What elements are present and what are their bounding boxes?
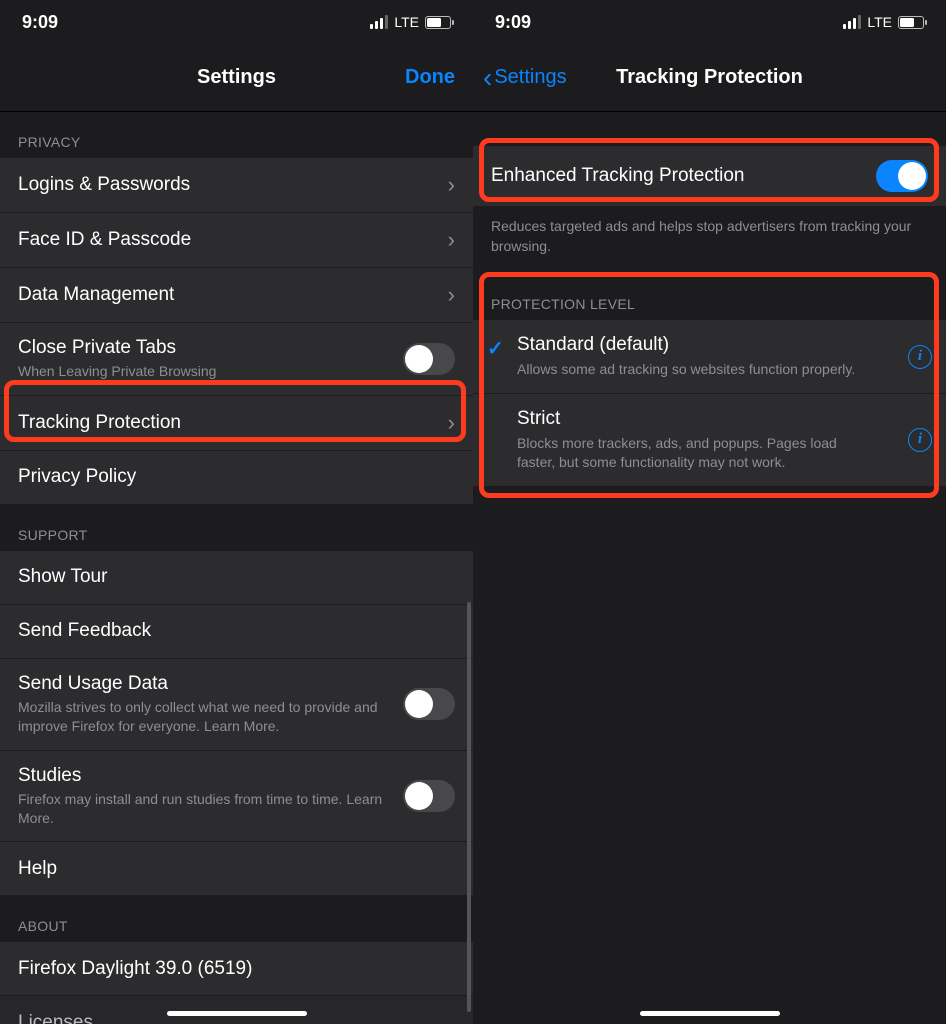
row-label: Logins & Passwords [18,174,440,196]
chevron-left-icon: ‹ [483,64,492,92]
strict-option[interactable]: Strict Blocks more trackers, ads, and po… [473,394,946,486]
signal-icon [370,15,388,29]
chevron-right-icon: › [448,410,455,436]
about-header: ABOUT [0,896,473,942]
settings-list[interactable]: PRIVACY Logins & Passwords › Face ID & P… [0,112,473,1024]
row-label: Studies [18,765,403,787]
version-row[interactable]: Firefox Daylight 39.0 (6519) [0,942,473,996]
etp-toggle[interactable] [876,160,928,192]
privacy-header: PRIVACY [0,112,473,158]
status-right: LTE [843,14,924,30]
status-bar: 9:09 LTE [0,0,473,44]
etp-description: Reduces targeted ads and helps stop adve… [473,207,946,256]
tracking-body: Enhanced Tracking Protection Reduces tar… [473,112,946,1024]
settings-title: Settings [197,66,276,89]
back-label: Settings [494,66,566,89]
row-label: Close Private Tabs [18,337,403,359]
faceid-passcode-row[interactable]: Face ID & Passcode › [0,213,473,268]
row-sub: When Leaving Private Browsing [18,362,403,381]
chevron-right-icon: › [448,282,455,308]
studies-row[interactable]: Studies Firefox may install and run stud… [0,751,473,843]
chevron-right-icon: › [448,227,455,253]
data-management-row[interactable]: Data Management › [0,268,473,323]
etp-row[interactable]: Enhanced Tracking Protection [473,146,946,207]
page-title: Tracking Protection [616,66,803,89]
back-button[interactable]: ‹ Settings [483,64,567,92]
option-label: Standard (default) [517,334,930,356]
signal-icon [843,15,861,29]
checkmark-icon: ✓ [487,336,504,361]
close-private-tabs-toggle[interactable] [403,343,455,375]
tracking-protection-screen: 9:09 LTE ‹ Settings Tracking Protection … [473,0,946,1024]
row-label: Help [18,858,455,880]
network-label: LTE [394,14,419,30]
send-usage-data-row[interactable]: Send Usage Data Mozilla strives to only … [0,659,473,751]
usage-data-toggle[interactable] [403,688,455,720]
battery-icon [898,16,924,29]
home-indicator[interactable] [640,1011,780,1016]
option-label: Strict [517,408,930,430]
privacy-policy-row[interactable]: Privacy Policy [0,451,473,505]
home-indicator[interactable] [167,1011,307,1016]
show-tour-row[interactable]: Show Tour [0,551,473,605]
studies-toggle[interactable] [403,780,455,812]
chevron-right-icon: › [448,172,455,198]
row-label: Send Usage Data [18,673,403,695]
done-button[interactable]: Done [405,66,455,89]
row-label: Send Feedback [18,620,455,642]
scrollbar[interactable] [467,602,471,1012]
settings-screen: 9:09 LTE Settings Done PRIVACY Logins & … [0,0,473,1024]
tracking-protection-row[interactable]: Tracking Protection › [0,396,473,451]
send-feedback-row[interactable]: Send Feedback [0,605,473,659]
row-sub: Firefox may install and run studies from… [18,790,403,828]
help-row[interactable]: Help [0,842,473,896]
close-private-tabs-row[interactable]: Close Private Tabs When Leaving Private … [0,323,473,396]
standard-option[interactable]: ✓ Standard (default) Allows some ad trac… [473,320,946,394]
settings-navbar: Settings Done [0,44,473,112]
protection-level-header: PROTECTION LEVEL [473,256,946,320]
status-time: 9:09 [495,12,531,33]
logins-passwords-row[interactable]: Logins & Passwords › [0,158,473,213]
status-time: 9:09 [22,12,58,33]
tracking-navbar: ‹ Settings Tracking Protection [473,44,946,112]
row-label: Data Management [18,284,440,306]
option-sub: Allows some ad tracking so websites func… [517,360,857,379]
option-sub: Blocks more trackers, ads, and popups. P… [517,434,857,472]
row-label: Privacy Policy [18,466,455,488]
info-icon[interactable]: i [908,428,932,452]
network-label: LTE [867,14,892,30]
row-label: Face ID & Passcode [18,229,440,251]
status-right: LTE [370,14,451,30]
support-header: SUPPORT [0,505,473,551]
row-label: Show Tour [18,566,455,588]
row-label: Tracking Protection [18,412,440,434]
etp-label: Enhanced Tracking Protection [491,165,876,187]
status-bar: 9:09 LTE [473,0,946,44]
battery-icon [425,16,451,29]
row-label: Firefox Daylight 39.0 (6519) [18,958,455,980]
info-icon[interactable]: i [908,345,932,369]
row-sub: Mozilla strives to only collect what we … [18,698,403,736]
